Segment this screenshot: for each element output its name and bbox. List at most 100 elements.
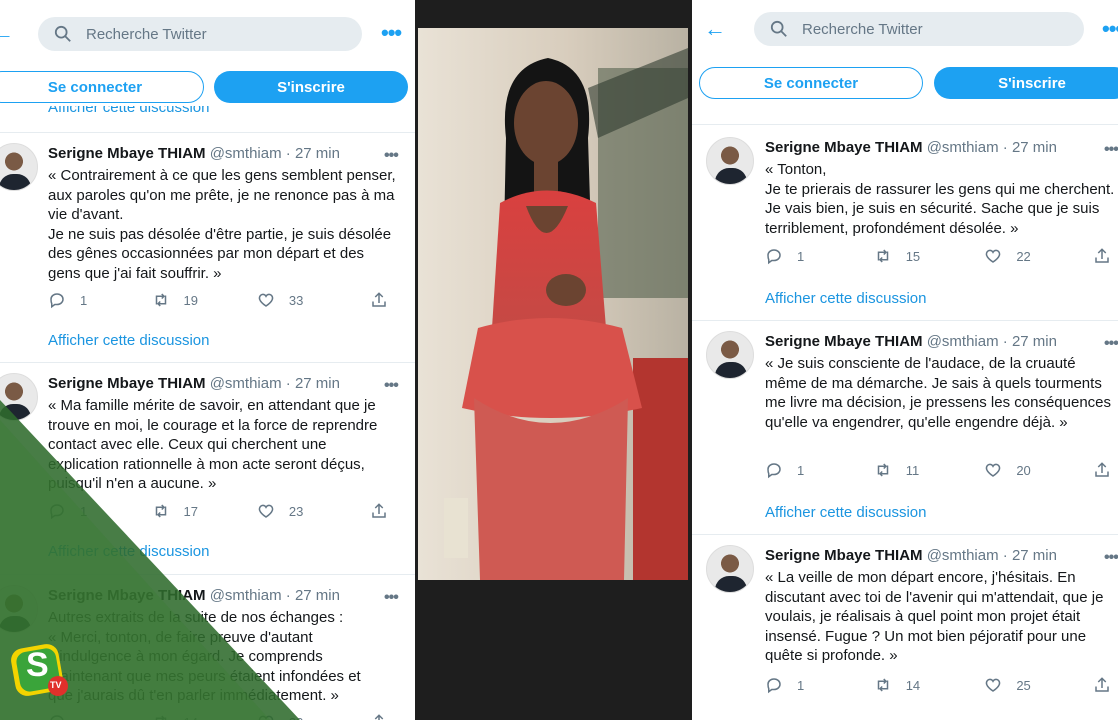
avatar[interactable]	[0, 373, 38, 421]
user-name[interactable]: Serigne Mbaye THIAM	[48, 145, 206, 162]
more-icon[interactable]: •••	[384, 378, 399, 394]
tweet-header: Serigne Mbaye THIAM @smthiam · 27 min	[48, 375, 340, 392]
signup-button[interactable]: S'inscrire	[214, 71, 408, 103]
reply-action[interactable]: 1	[765, 461, 874, 479]
like-action[interactable]: 33	[257, 291, 370, 309]
tweet[interactable]: Serigne Mbaye THIAM @smthiam · 27 min ••…	[0, 362, 415, 574]
tweet[interactable]: Serigne Mbaye THIAM @smthiam · 27 min ••…	[0, 132, 415, 362]
reply-icon	[50, 293, 64, 309]
retweet-action[interactable]: 15	[874, 247, 985, 265]
tweet[interactable]: Serigne Mbaye THIAM @smthiam · 27 min ••…	[692, 534, 1118, 720]
reply-icon	[50, 715, 64, 720]
search-input[interactable]: Recherche Twitter	[38, 17, 362, 51]
like-action[interactable]: 20	[257, 713, 370, 720]
tweet-time: · 27 min	[285, 145, 340, 162]
retweet-action[interactable]: 17	[152, 502, 257, 520]
more-icon[interactable]: •••	[1104, 142, 1118, 158]
tweet[interactable]: Serigne Mbaye THIAM @smthiam · 27 min ••…	[692, 320, 1118, 534]
share-icon	[372, 503, 386, 518]
user-handle[interactable]: @smthiam	[927, 547, 999, 564]
user-handle[interactable]: @smthiam	[927, 139, 999, 156]
like-action[interactable]: 20	[984, 461, 1093, 479]
back-arrow-icon[interactable]: ←	[704, 18, 726, 40]
thread-link[interactable]: Afficher cette discussion	[765, 504, 926, 521]
user-handle[interactable]: @smthiam	[927, 333, 999, 350]
tweet-text: « Ma famille mérite de savoir, en attend…	[48, 397, 378, 493]
tweet[interactable]: Serigne Mbaye THIAM @smthiam · 27 min ••…	[692, 124, 1118, 320]
more-icon[interactable]: •••	[381, 22, 402, 44]
share-action[interactable]	[1093, 676, 1118, 694]
like-icon	[258, 293, 274, 307]
like-icon	[258, 504, 274, 518]
user-name[interactable]: Serigne Mbaye THIAM	[48, 375, 206, 392]
avatar[interactable]	[706, 545, 754, 593]
retweet-action[interactable]: 14	[874, 676, 985, 694]
reply-icon	[767, 463, 781, 479]
thread-link[interactable]: Afficher cette discussion	[48, 332, 209, 349]
tweet-header: Serigne Mbaye THIAM @smthiam · 27 min	[48, 587, 340, 604]
reply-action[interactable]: 1	[48, 291, 152, 309]
like-action[interactable]: 25	[984, 676, 1093, 694]
retweet-action[interactable]: 11	[874, 461, 985, 479]
logo-letter: S	[26, 646, 49, 684]
user-name[interactable]: Serigne Mbaye THIAM	[765, 139, 923, 156]
reply-count: 1	[80, 292, 88, 308]
like-count: 23	[288, 503, 304, 519]
share-action[interactable]	[370, 291, 402, 309]
retweet-action[interactable]: 14	[152, 713, 257, 720]
share-action[interactable]	[1093, 461, 1118, 479]
reply-action[interactable]: 1	[765, 247, 874, 265]
tweet-header: Serigne Mbaye THIAM @smthiam · 27 min	[765, 547, 1057, 564]
search-input[interactable]: Recherche Twitter	[754, 12, 1084, 46]
tweet-header: Serigne Mbaye THIAM @smthiam · 27 min	[48, 145, 340, 162]
share-action[interactable]	[370, 713, 402, 720]
like-action[interactable]: 23	[257, 502, 370, 520]
retweet-count: 14	[184, 715, 198, 720]
reply-action[interactable]	[48, 713, 152, 720]
search-placeholder: Recherche Twitter	[86, 25, 207, 43]
thread-link[interactable]: Afficher cette discussion	[765, 290, 926, 307]
user-handle[interactable]: @smthiam	[210, 145, 282, 162]
reply-icon	[767, 678, 781, 694]
more-icon[interactable]: •••	[384, 590, 399, 606]
tweet-time: · 27 min	[1002, 547, 1057, 564]
tweet-time: · 27 min	[285, 375, 340, 392]
user-handle[interactable]: @smthiam	[210, 587, 282, 604]
user-name[interactable]: Serigne Mbaye THIAM	[765, 547, 923, 564]
more-icon[interactable]: •••	[1104, 550, 1118, 566]
avatar[interactable]	[706, 137, 754, 185]
avatar[interactable]	[0, 585, 38, 633]
user-name[interactable]: Serigne Mbaye THIAM	[765, 333, 923, 350]
like-action[interactable]: 22	[984, 247, 1093, 265]
search-icon	[54, 25, 71, 42]
back-arrow-icon[interactable]: ←	[0, 22, 14, 44]
share-icon	[1095, 677, 1109, 692]
more-icon[interactable]: •••	[1104, 336, 1118, 352]
share-action[interactable]	[1093, 247, 1118, 265]
avatar[interactable]	[0, 143, 38, 191]
login-button[interactable]: Se connecter	[699, 67, 923, 99]
avatar[interactable]	[706, 331, 754, 379]
retweet-count: 14	[905, 677, 921, 693]
thread-link[interactable]: Afficher cette discussion	[48, 543, 209, 560]
reply-count: 1	[80, 503, 88, 519]
user-name[interactable]: Serigne Mbaye THIAM	[48, 587, 206, 604]
reply-action[interactable]: 1	[765, 676, 874, 694]
login-button[interactable]: Se connecter	[0, 71, 204, 103]
signup-button[interactable]: S'inscrire	[934, 67, 1118, 99]
tweet-text: « Contrairement à ce que les gens semble…	[48, 167, 396, 282]
like-count: 25	[1016, 677, 1031, 693]
reply-count: 1	[797, 677, 805, 693]
reply-icon	[50, 504, 64, 520]
share-action[interactable]	[370, 502, 402, 520]
user-handle[interactable]: @smthiam	[210, 375, 282, 392]
more-icon[interactable]: •••	[384, 148, 399, 164]
like-count: 20	[1016, 462, 1031, 478]
retweet-action[interactable]: 19	[152, 291, 257, 309]
tweet-actions: 1 19 33	[48, 291, 402, 309]
share-icon	[1095, 248, 1109, 263]
reply-action[interactable]: 1	[48, 502, 152, 520]
share-icon	[1095, 462, 1109, 477]
like-icon	[258, 715, 274, 720]
more-icon[interactable]: •••	[1102, 18, 1118, 40]
